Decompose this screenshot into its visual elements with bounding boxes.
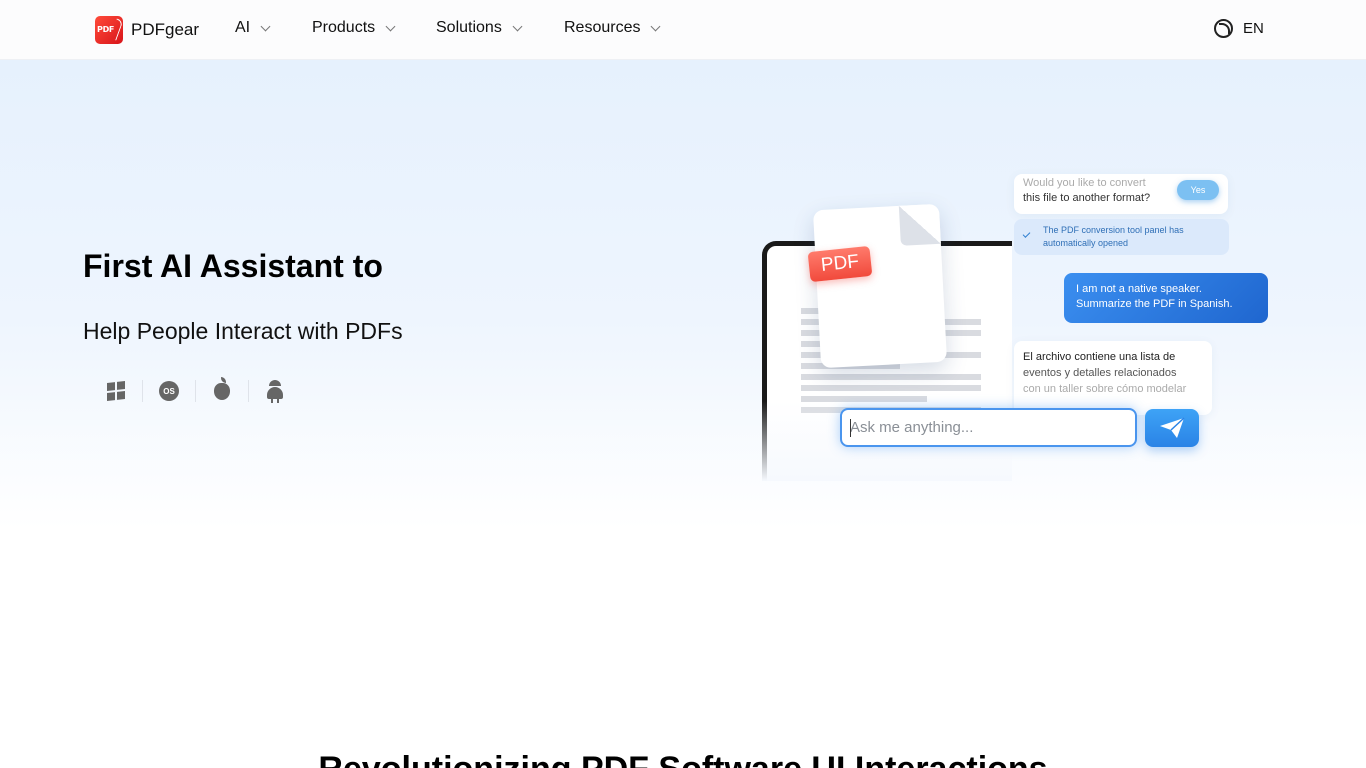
- hero-illustration: PDF Would you like to convert this file …: [740, 160, 1300, 481]
- platform-windows[interactable]: [96, 377, 136, 405]
- nav-products[interactable]: Products: [312, 19, 396, 37]
- logo[interactable]: PDF PDFgear: [95, 16, 199, 44]
- nav-products-label: Products: [312, 19, 376, 36]
- ask-input: Ask me anything...: [840, 408, 1137, 447]
- reply-line-2: eventos y detalles relacionados: [1023, 367, 1177, 379]
- macos-icon-label: OS: [163, 386, 175, 396]
- checkmark-icon: [1022, 230, 1031, 238]
- site-header: PDF PDFgear AI Products Solutions Resour…: [0, 0, 1366, 60]
- pdf-document-icon: [812, 203, 948, 369]
- status-line-2: automatically opened: [1043, 238, 1129, 248]
- divider: [195, 380, 196, 402]
- divider: [142, 380, 143, 402]
- hero-title: First AI Assistant to: [83, 248, 383, 284]
- user-message-bubble: I am not a native speaker. Summarize the…: [1064, 273, 1268, 323]
- logo-mark-text: PDF: [97, 25, 115, 34]
- nav-solutions-label: Solutions: [436, 19, 502, 36]
- nav-resources-label: Resources: [564, 19, 641, 36]
- language-label: EN: [1243, 20, 1264, 37]
- chevron-down-icon: [512, 21, 523, 31]
- windows-icon: [107, 381, 125, 401]
- reply-line-3: con un taller sobre cómo modelar: [1023, 383, 1187, 395]
- globe-icon: [1214, 19, 1233, 38]
- android-icon: [267, 380, 283, 403]
- pdfgear-logo-icon: PDF: [95, 16, 123, 44]
- macos-icon: OS: [159, 381, 179, 401]
- apple-icon: [214, 376, 230, 400]
- language-switcher[interactable]: EN: [1214, 19, 1264, 38]
- nav-resources[interactable]: Resources: [564, 19, 661, 37]
- platform-macos[interactable]: OS: [149, 377, 189, 405]
- paper-plane-icon: [1160, 417, 1185, 438]
- nav-solutions[interactable]: Solutions: [436, 19, 523, 37]
- nav-ai[interactable]: AI: [235, 19, 271, 37]
- platform-android[interactable]: [255, 377, 295, 405]
- user-line-1: I am not a native speaker.: [1076, 283, 1202, 295]
- logo-text: PDFgear: [131, 20, 200, 39]
- platform-ios[interactable]: [202, 376, 242, 405]
- divider: [248, 380, 249, 402]
- platform-list: OS: [96, 376, 295, 405]
- user-line-2: Summarize the PDF in Spanish.: [1076, 298, 1233, 310]
- status-line-1: The PDF conversion tool panel has: [1043, 225, 1184, 235]
- section-title: Revolutionizing PDF Software UI Interact…: [0, 750, 1366, 768]
- nav-ai-label: AI: [235, 19, 251, 36]
- status-bubble: The PDF conversion tool panel has automa…: [1014, 219, 1229, 255]
- chevron-down-icon: [651, 21, 661, 31]
- chevron-down-icon: [260, 21, 271, 31]
- chevron-down-icon: [385, 21, 396, 31]
- assistant-reply-bubble: El archivo contiene una lista de eventos…: [1014, 341, 1212, 415]
- yes-button: Yes: [1177, 180, 1219, 200]
- hero-subtitle: Help People Interact with PDFs: [83, 318, 403, 344]
- reply-line-1: El archivo contiene una lista de: [1023, 351, 1176, 363]
- send-button: [1145, 409, 1199, 447]
